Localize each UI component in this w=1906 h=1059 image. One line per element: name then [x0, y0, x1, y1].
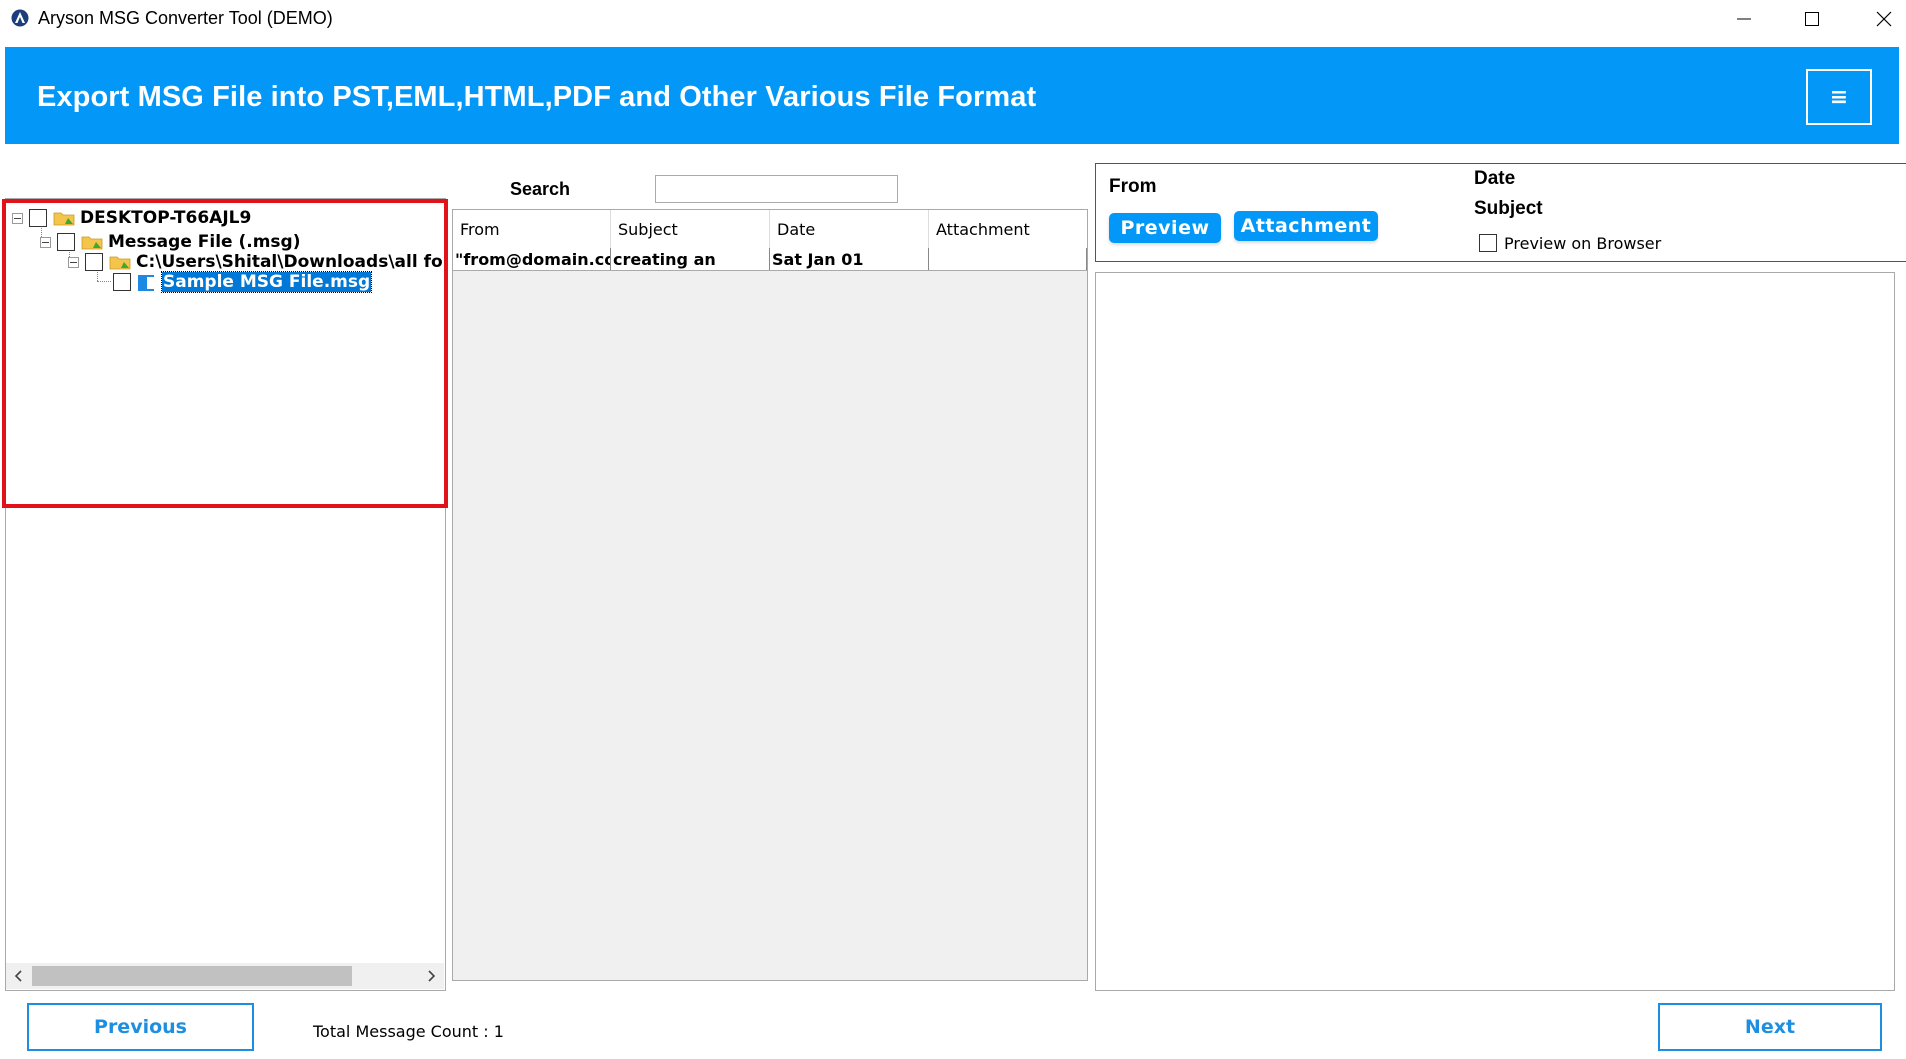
folder-icon	[109, 254, 131, 270]
folder-icon	[81, 234, 103, 250]
from-label: From	[1109, 176, 1157, 197]
maximize-icon	[1805, 12, 1819, 26]
folder-tree-panel: DESKTOP-T66AJL9 Message File (.msg) C:\U…	[5, 198, 446, 991]
tree-node-label[interactable]: DESKTOP-T66AJL9	[80, 208, 251, 228]
column-header-from[interactable]: From	[453, 210, 611, 248]
horizontal-scrollbar[interactable]	[6, 963, 444, 989]
tree-checkbox[interactable]	[113, 273, 131, 291]
title-bar: Aryson MSG Converter Tool (DEMO)	[0, 0, 1906, 38]
preview-pane	[1095, 272, 1895, 991]
menu-button[interactable]: ≡	[1806, 69, 1872, 125]
header-banner: Export MSG File into PST,EML,HTML,PDF an…	[5, 47, 1899, 144]
column-header-attachment[interactable]: Attachment	[929, 210, 1087, 248]
total-message-count: Total Message Count : 1	[313, 1022, 504, 1041]
tree-checkbox[interactable]	[29, 209, 47, 227]
cell-from[interactable]: "from@domain.co	[453, 248, 611, 270]
tree-checkbox[interactable]	[57, 233, 75, 251]
column-header-date[interactable]: Date	[770, 210, 929, 248]
next-button[interactable]: Next	[1658, 1003, 1882, 1051]
previous-button[interactable]: Previous	[27, 1003, 254, 1051]
collapse-icon[interactable]	[40, 236, 51, 248]
cell-date[interactable]: Sat Jan 01	[770, 248, 929, 270]
scroll-left-icon[interactable]	[10, 967, 28, 985]
scrollbar-thumb[interactable]	[32, 966, 352, 986]
msg-file-icon	[137, 274, 157, 291]
search-label: Search	[510, 179, 571, 199]
preview-button[interactable]: Preview	[1109, 213, 1221, 243]
scroll-right-icon[interactable]	[422, 967, 440, 985]
window-title: Aryson MSG Converter Tool (DEMO)	[38, 8, 333, 28]
minimize-button[interactable]	[1716, 0, 1772, 38]
table-row[interactable]: "from@domain.co creating an Sat Jan 01	[453, 248, 1087, 271]
folder-icon	[53, 210, 75, 226]
close-button[interactable]	[1856, 0, 1906, 38]
preview-header: From Date Subject Preview Attachment Pre…	[1095, 163, 1906, 262]
collapse-icon[interactable]	[12, 212, 23, 224]
minimize-icon	[1737, 18, 1751, 20]
maximize-button[interactable]	[1784, 0, 1840, 38]
tree-connector	[97, 281, 111, 282]
tree-node-message-file[interactable]: Message File (.msg)	[40, 231, 301, 253]
attachment-button[interactable]: Attachment	[1234, 211, 1378, 241]
hamburger-menu-icon: ≡	[1829, 84, 1849, 110]
column-header-subject[interactable]: Subject	[611, 210, 770, 248]
cell-subject[interactable]: creating an	[611, 248, 770, 270]
subject-label: Subject	[1474, 198, 1543, 219]
collapse-icon[interactable]	[68, 256, 79, 268]
preview-on-browser-checkbox[interactable]	[1479, 234, 1497, 252]
tree-node-label[interactable]: Sample MSG File.msg	[160, 271, 373, 293]
tree-node-label[interactable]: Message File (.msg)	[108, 232, 301, 252]
tree-node-path[interactable]: C:\Users\Shital\Downloads\all fo	[68, 251, 443, 273]
search-input[interactable]	[655, 175, 898, 203]
tree-node-desktop[interactable]: DESKTOP-T66AJL9	[12, 207, 251, 229]
cell-attachment[interactable]	[929, 248, 1087, 270]
app-logo-icon	[11, 9, 29, 27]
message-grid: From Subject Date Attachment "from@domai…	[452, 209, 1088, 981]
grid-header: From Subject Date Attachment	[453, 210, 1087, 249]
tree-node-label[interactable]: C:\Users\Shital\Downloads\all fo	[136, 252, 443, 272]
close-icon	[1876, 11, 1892, 27]
preview-on-browser-label[interactable]: Preview on Browser	[1504, 234, 1661, 253]
tree-node-sample-msg[interactable]: Sample MSG File.msg	[113, 271, 373, 293]
page-title: Export MSG File into PST,EML,HTML,PDF an…	[37, 81, 1037, 113]
date-label: Date	[1474, 168, 1516, 189]
tree-checkbox[interactable]	[85, 253, 103, 271]
